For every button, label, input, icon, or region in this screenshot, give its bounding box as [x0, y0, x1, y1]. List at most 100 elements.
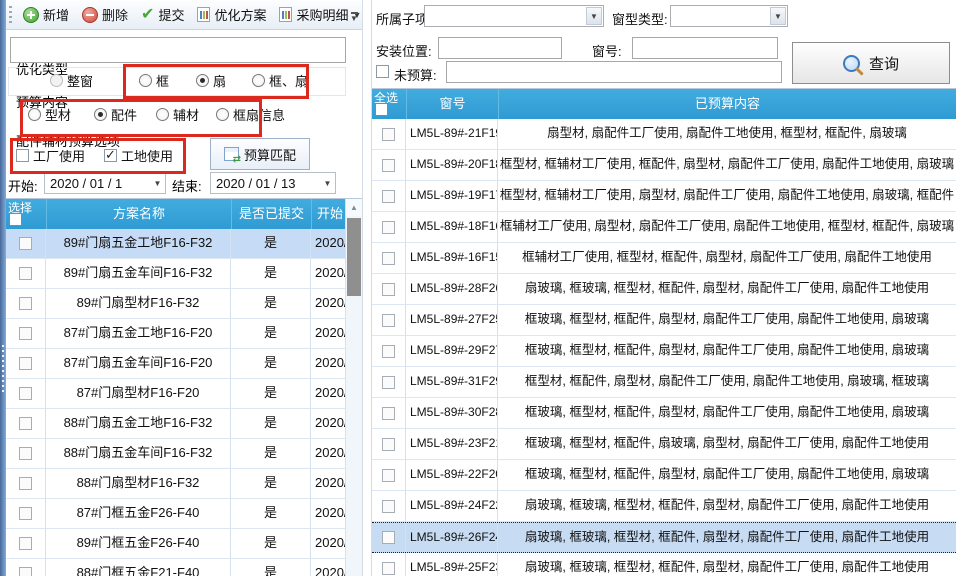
budget-table-row[interactable]: LM5L-89#-25F23 扇玻璃, 框玻璃, 框型材, 框配件, 扇型材, … — [372, 553, 956, 576]
column-header-submitted[interactable]: 是否已提交 — [231, 199, 311, 229]
radio-option[interactable]: 配件 — [94, 105, 137, 124]
row-checkbox[interactable] — [382, 283, 395, 296]
plan-table-row[interactable]: 89#门扇型材F16-F32 是 2020/0 — [6, 289, 345, 319]
budget-table-row[interactable]: LM5L-89#-30F28 框玻璃, 框型材, 框配件, 扇型材, 扇配件工厂… — [372, 398, 956, 429]
checkbox-option[interactable]: 工地使用 — [104, 146, 173, 165]
budget-table-row[interactable]: LM5L-89#-21F19 扇型材, 扇配件工厂使用, 扇配件工地使用, 框型… — [372, 119, 956, 150]
panel-splitter[interactable] — [362, 0, 372, 576]
row-checkbox[interactable] — [382, 190, 395, 203]
column-header-select[interactable]: 选择 — [6, 199, 46, 229]
window-type-combobox[interactable] — [670, 5, 788, 27]
row-checkbox[interactable] — [382, 469, 395, 482]
submit-button[interactable]: 提交 — [136, 3, 189, 26]
end-date-picker[interactable]: 2020 / 01 / 13 — [210, 172, 336, 194]
column-header-window-no[interactable]: 窗号 — [406, 89, 498, 119]
scroll-up-arrow-icon[interactable] — [346, 199, 362, 216]
optimize-plan-button[interactable]: 优化方案 — [192, 3, 271, 26]
row-checkbox[interactable] — [19, 507, 32, 520]
install-position-input[interactable] — [438, 37, 562, 59]
row-checkbox[interactable] — [19, 357, 32, 370]
plan-table-row[interactable]: 89#门框五金F26-F40 是 2020/0 — [6, 529, 345, 559]
radio-option[interactable]: 扇 — [196, 71, 226, 90]
toolbar-overflow-button[interactable] — [347, 6, 361, 27]
budget-table-row[interactable]: LM5L-89#-20F18 框型材, 框辅材工厂使用, 框配件, 扇型材, 扇… — [372, 150, 956, 181]
column-header-start[interactable]: 开始 — [311, 199, 345, 229]
column-header-budgeted-content[interactable]: 已预算内容 — [498, 89, 956, 119]
row-checkbox[interactable] — [382, 531, 395, 544]
chevron-down-icon[interactable] — [770, 7, 786, 25]
plan-table-row[interactable]: 87#门框五金F26-F40 是 2020/0 — [6, 499, 345, 529]
row-checkbox[interactable] — [382, 252, 395, 265]
checkbox-option[interactable]: 工厂使用 — [16, 146, 85, 165]
row-checkbox[interactable] — [19, 537, 32, 550]
plan-table-row[interactable]: 89#门扇五金车间F16-F32 是 2020/0 — [6, 259, 345, 289]
radio-option[interactable]: 框、扇 — [252, 71, 308, 90]
chevron-down-icon[interactable] — [150, 179, 165, 188]
radio-option[interactable]: 框扇信息 — [216, 105, 285, 124]
select-all-checkbox[interactable] — [9, 213, 22, 226]
row-checkbox[interactable] — [382, 221, 395, 234]
budget-table-row[interactable]: LM5L-89#-16F15 框辅材工厂使用, 框型材, 框配件, 扇型材, 扇… — [372, 243, 956, 274]
row-select-cell — [6, 229, 46, 258]
row-checkbox[interactable] — [382, 500, 395, 513]
plan-table-row[interactable]: 88#门扇五金工地F16-F32 是 2020/0 — [6, 409, 345, 439]
budget-table-row[interactable]: LM5L-89#-22F20 框玻璃, 框型材, 框配件, 扇型材, 扇配件工厂… — [372, 460, 956, 491]
delete-button[interactable]: 删除 — [77, 3, 133, 26]
start-date-picker[interactable]: 2020 / 01 / 1 — [44, 172, 166, 194]
radio-option[interactable]: 辅材 — [156, 105, 199, 124]
scrollbar-thumb[interactable] — [347, 218, 361, 296]
row-checkbox[interactable] — [382, 407, 395, 420]
select-all-checkbox[interactable] — [375, 103, 388, 116]
row-checkbox[interactable] — [19, 237, 32, 250]
budget-table-row[interactable]: LM5L-89#-27F25 框玻璃, 框型材, 框配件, 扇型材, 扇配件工厂… — [372, 305, 956, 336]
row-checkbox[interactable] — [382, 438, 395, 451]
row-checkbox[interactable] — [382, 376, 395, 389]
radio-option[interactable]: 整窗 — [50, 71, 93, 90]
budget-table-row[interactable]: LM5L-89#-29F27 框玻璃, 框型材, 框配件, 扇型材, 扇配件工厂… — [372, 336, 956, 367]
plan-table-row[interactable]: 88#门扇型材F16-F32 是 2020/0 — [6, 469, 345, 499]
row-checkbox[interactable] — [19, 417, 32, 430]
row-checkbox[interactable] — [19, 567, 32, 576]
no-budget-checkbox[interactable] — [376, 65, 389, 78]
budget-table-row[interactable]: LM5L-89#-18F16 框辅材工厂使用, 扇型材, 扇配件工厂使用, 扇配… — [372, 212, 956, 243]
row-checkbox[interactable] — [19, 297, 32, 310]
row-checkbox[interactable] — [382, 314, 395, 327]
query-button[interactable]: 查询 — [792, 42, 950, 84]
no-budget-input[interactable] — [446, 61, 782, 83]
plan-table-row[interactable]: 88#门扇五金车间F16-F32 是 2020/0 — [6, 439, 345, 469]
plan-name-cell: 87#门扇型材F16-F20 — [46, 379, 231, 408]
budget-table-row[interactable]: LM5L-89#-24F22 扇玻璃, 框玻璃, 框型材, 框配件, 扇型材, … — [372, 491, 956, 522]
row-checkbox[interactable] — [382, 562, 395, 575]
row-checkbox[interactable] — [382, 128, 395, 141]
row-checkbox[interactable] — [382, 345, 395, 358]
toolbar-grip[interactable] — [9, 6, 12, 24]
window-no-input[interactable] — [632, 37, 778, 59]
chevron-down-icon[interactable] — [320, 179, 335, 188]
budget-table-row[interactable]: LM5L-89#-26F24 扇玻璃, 框玻璃, 框型材, 框配件, 扇型材, … — [372, 522, 956, 553]
plan-table-row[interactable]: 89#门扇五金工地F16-F32 是 2020/0 — [6, 229, 345, 259]
row-checkbox[interactable] — [19, 267, 32, 280]
sub-item-combobox[interactable] — [424, 5, 604, 27]
plan-table-row[interactable]: 87#门扇五金车间F16-F20 是 2020/0 — [6, 349, 345, 379]
row-checkbox[interactable] — [19, 327, 32, 340]
budget-table-row[interactable]: LM5L-89#-23F21 框玻璃, 框型材, 框配件, 扇玻璃, 扇型材, … — [372, 429, 956, 460]
budget-match-button[interactable]: 预算匹配 — [210, 138, 310, 170]
budget-table-row[interactable]: LM5L-89#-28F26 扇玻璃, 框玻璃, 框型材, 框配件, 扇型材, … — [372, 274, 956, 305]
plan-table-row[interactable]: 87#门扇型材F16-F20 是 2020/0 — [6, 379, 345, 409]
row-checkbox[interactable] — [19, 387, 32, 400]
column-header-plan-name[interactable]: 方案名称 — [46, 199, 231, 229]
plan-table-scrollbar[interactable] — [345, 199, 362, 576]
radio-option[interactable]: 型材 — [28, 105, 71, 124]
add-button[interactable]: 新增 — [18, 3, 74, 26]
budget-match-label: 预算匹配 — [244, 145, 296, 164]
chevron-down-icon[interactable] — [586, 7, 602, 25]
column-header-select-all[interactable]: 全选 — [372, 89, 406, 119]
row-checkbox[interactable] — [382, 159, 395, 172]
row-checkbox[interactable] — [19, 477, 32, 490]
plan-table-row[interactable]: 87#门扇五金工地F16-F20 是 2020/0 — [6, 319, 345, 349]
plan-table-row[interactable]: 88#门框五金F21-F40 是 2020/0 — [6, 559, 345, 576]
budget-table-row[interactable]: LM5L-89#-19F17 框型材, 框辅材工厂使用, 扇型材, 扇配件工厂使… — [372, 181, 956, 212]
radio-option[interactable]: 框 — [139, 71, 169, 90]
row-checkbox[interactable] — [19, 447, 32, 460]
budget-table-row[interactable]: LM5L-89#-31F29 框型材, 框配件, 扇型材, 扇配件工厂使用, 扇… — [372, 367, 956, 398]
